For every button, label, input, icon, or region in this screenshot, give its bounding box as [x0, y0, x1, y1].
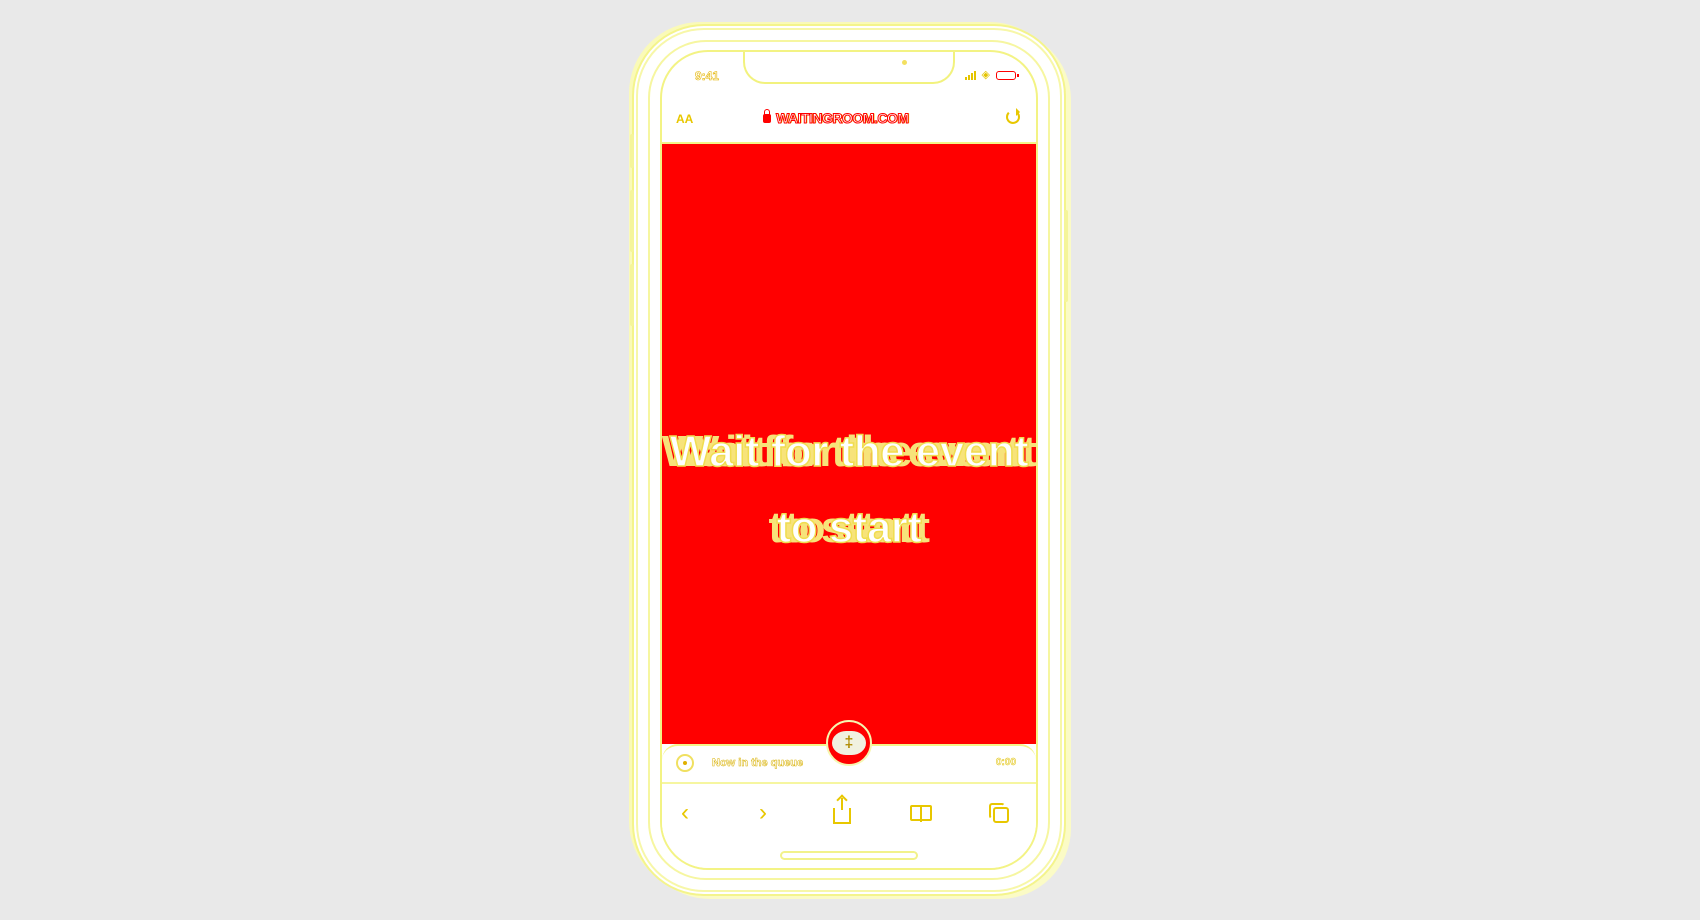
- chevron-left-icon[interactable]: ‹: [672, 800, 698, 826]
- home-indicator[interactable]: [782, 853, 916, 858]
- volume-down-button: [630, 264, 634, 326]
- phone-screen: 9:41 ◈ AA WAITINGROOM.COM Wait for the e…: [662, 52, 1036, 868]
- chevron-right-icon[interactable]: ›: [750, 800, 776, 826]
- battery-icon: [996, 70, 1019, 80]
- disc-icon: [676, 754, 694, 772]
- power-button: [1064, 210, 1068, 302]
- volume-up-button: [630, 190, 634, 252]
- notch: [743, 52, 955, 84]
- dagger-icon: ‡: [832, 731, 866, 755]
- tabs-icon[interactable]: [986, 800, 1012, 826]
- camera-dot: [902, 60, 907, 65]
- text-size-button[interactable]: AA: [676, 112, 693, 126]
- status-icons: ◈: [964, 69, 1019, 81]
- now-playing-title: Now in the queue: [712, 757, 804, 770]
- status-time: 9:41: [695, 69, 720, 84]
- url-field[interactable]: WAITINGROOM.COM: [776, 110, 956, 127]
- reload-icon[interactable]: [1006, 108, 1020, 124]
- page-content: Wait for the event to start: [662, 144, 1036, 744]
- book-icon[interactable]: [908, 800, 934, 826]
- browser-toolbar: ‹ ›: [662, 782, 1036, 868]
- page-headline: Wait for the event to start: [669, 426, 1030, 553]
- signal-icon: [964, 70, 976, 80]
- mute-switch: [630, 134, 634, 168]
- stage: 9:41 ◈ AA WAITINGROOM.COM Wait for the e…: [0, 0, 1700, 920]
- wifi-icon: ◈: [981, 69, 990, 81]
- now-playing-time: 0:00: [995, 757, 1017, 769]
- address-bar[interactable]: AA WAITINGROOM.COM: [662, 98, 1036, 144]
- lock-icon: [763, 109, 771, 123]
- floating-action-button[interactable]: ‡: [826, 720, 872, 766]
- share-icon[interactable]: [829, 798, 855, 826]
- phone-frame: 9:41 ◈ AA WAITINGROOM.COM Wait for the e…: [630, 30, 1068, 890]
